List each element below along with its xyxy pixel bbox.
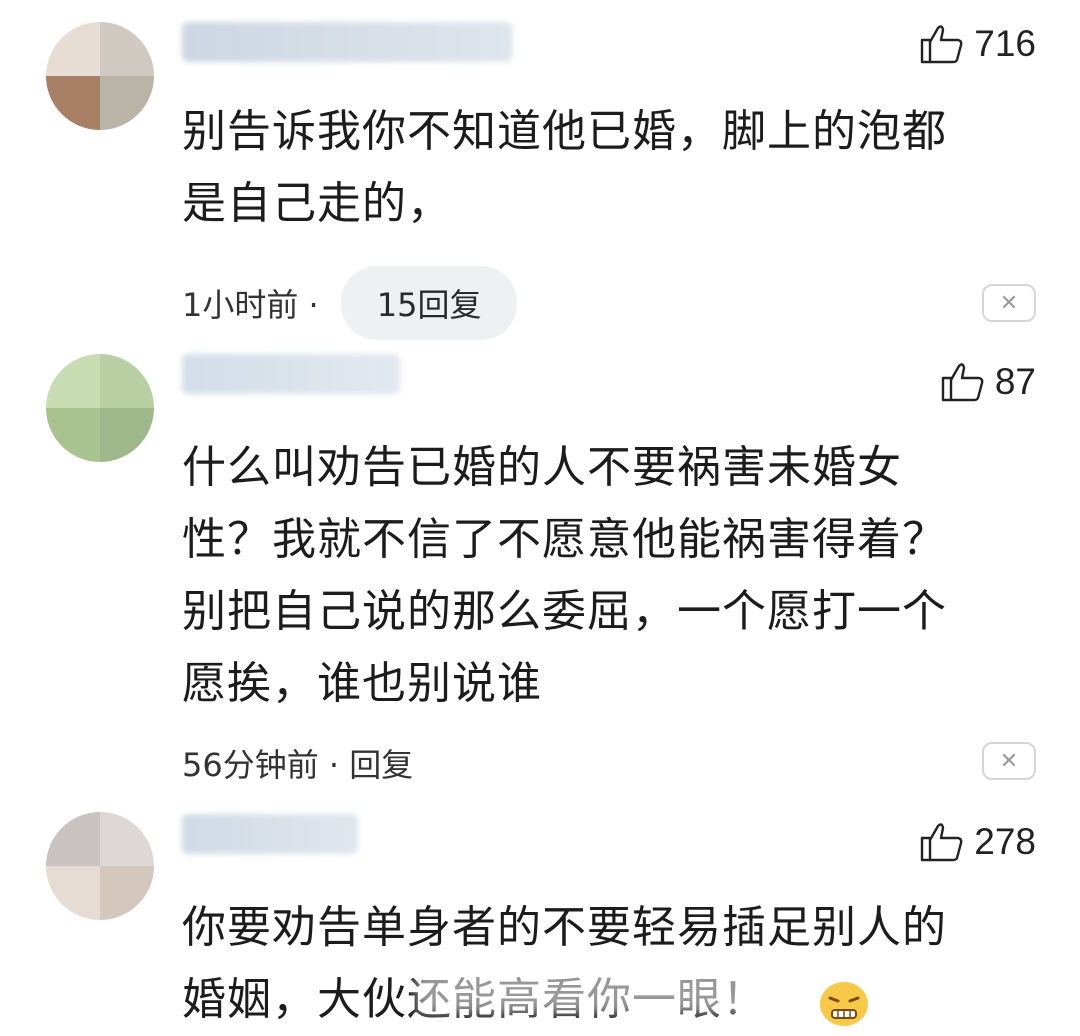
username-blurred[interactable] [182,814,358,854]
dismiss-button[interactable]: ✕ [982,284,1036,322]
comment-line: 别把自己说的那么委屈，一个愿打一个 [182,586,947,637]
like-button[interactable]: 87 [939,358,1036,406]
avatar[interactable] [46,354,154,462]
comment-line: 愿挨，谁也别说谁 [182,658,542,709]
comment-line: 性？我就不信了不愿意他能祸害得着？ [182,514,947,565]
comment-line: 别告诉我你不知道他已婚，脚上的泡都 [182,106,947,157]
username-blurred[interactable] [182,354,400,394]
comment-line: 你要劝告单身者的不要轻易插足别人的 [182,902,947,953]
timestamp: 1小时前 · [182,286,319,324]
thumbs-up-icon [921,25,963,64]
like-count: 87 [994,361,1036,402]
thumbs-up-icon [941,363,984,402]
comment-line: 是自己走的， [182,178,452,229]
username-blurred[interactable] [182,22,512,62]
comment-meta: 1小时前 · 15回复 [182,266,518,340]
like-button[interactable]: 278 [918,818,1036,866]
comment-text: 别告诉我你不知道他已婚，脚上的泡都 是自己走的， [182,96,1022,240]
dismiss-button[interactable]: ✕ [982,742,1036,780]
comment-meta: 56分钟前 · 回复 [182,740,413,786]
close-icon: ✕ [999,748,1019,774]
thumbs-up-icon [921,823,963,862]
reply-count-button[interactable]: 15回复 [340,266,518,340]
comment-line: 什么叫劝告已婚的人不要祸害未婚女 [182,442,902,493]
close-icon: ✕ [999,290,1019,316]
grimace-emoji-icon [820,982,868,1026]
watermark-overlay [416,968,796,1014]
like-button[interactable]: 716 [918,20,1036,68]
comment-text: 什么叫劝告已婚的人不要祸害未婚女 性？我就不信了不愿意他能祸害得着？ 别把自己说… [182,432,1022,720]
comment-text: 你要劝告单身者的不要轻易插足别人的 婚姻，大伙还能高看你一眼！ [182,892,1022,1036]
timestamp-and-reply[interactable]: 56分钟前 · 回复 [182,740,413,786]
avatar[interactable] [46,22,154,130]
like-count: 716 [974,23,1036,64]
avatar[interactable] [46,812,154,920]
like-count: 278 [974,821,1036,862]
